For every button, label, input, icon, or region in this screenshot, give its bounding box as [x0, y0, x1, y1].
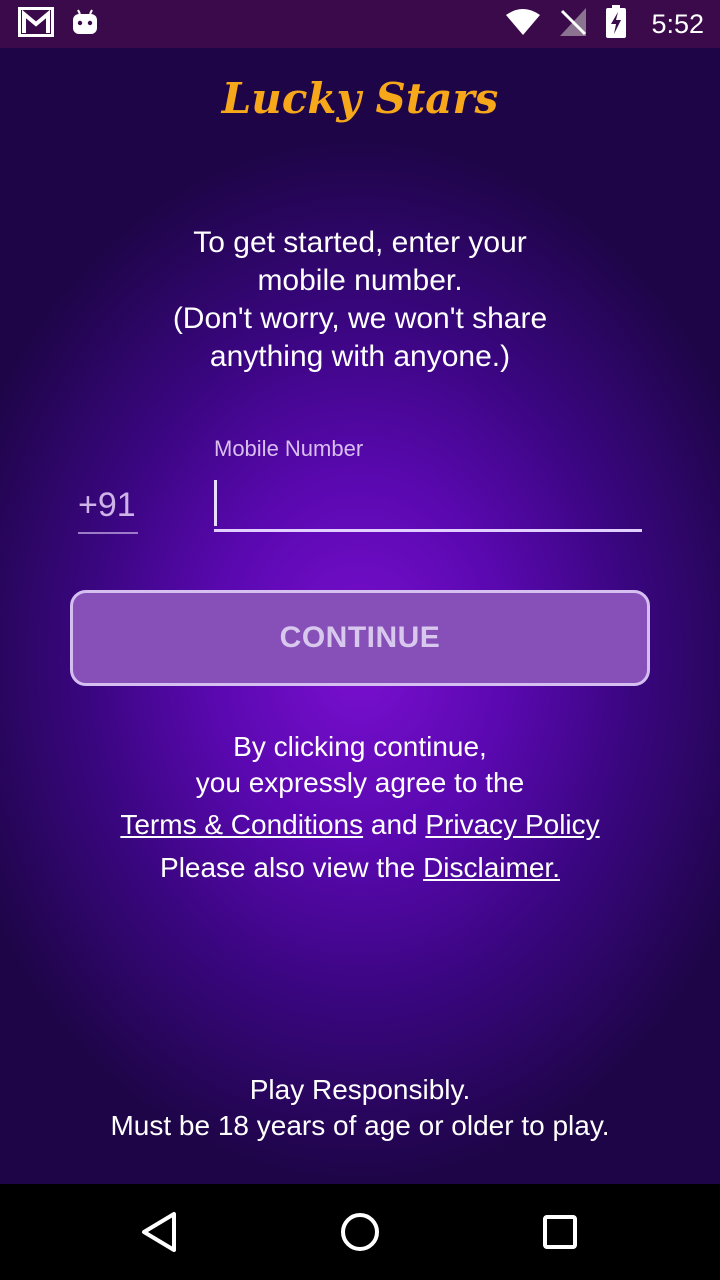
battery-charging-icon	[605, 4, 627, 44]
responsible-play-notice: Play Responsibly. Must be 18 years of ag…	[40, 1072, 680, 1144]
screen: 5:52 Lucky Stars To get started, enter y…	[0, 0, 720, 1280]
footer-line-1: Play Responsibly.	[249, 1074, 471, 1105]
legal-links-line: Terms & Conditions and Privacy Policy	[60, 804, 660, 846]
intro-line-3: (Don't worry, we won't share	[172, 302, 548, 335]
continue-button[interactable]: CONTINUE	[70, 590, 650, 686]
terms-conditions-link[interactable]: Terms & Conditions	[120, 809, 363, 840]
home-circle-icon	[341, 1213, 379, 1251]
status-bar-left	[18, 6, 116, 42]
app-title: Lucky Stars	[221, 74, 499, 123]
recents-button[interactable]	[536, 1208, 584, 1256]
intro-line-1: To get started, enter your	[193, 226, 527, 259]
clock-time: 5:52	[651, 8, 704, 39]
also-view-text: Please also view the	[160, 852, 424, 883]
text-cursor	[214, 480, 217, 526]
home-button[interactable]	[336, 1208, 384, 1256]
intro-line-4: anything with anyone.)	[209, 340, 511, 373]
back-triangle-icon	[142, 1212, 176, 1252]
footer-line-2: Must be 18 years of age or older to play…	[110, 1110, 610, 1141]
recents-square-icon	[543, 1215, 577, 1249]
disclaimer-link[interactable]: Disclaimer.	[423, 852, 560, 883]
country-code-selector[interactable]: +91	[78, 484, 138, 534]
and-text: and	[363, 809, 426, 840]
mobile-number-label: Mobile Number	[214, 436, 364, 461]
intro-line-2: mobile number.	[257, 264, 463, 297]
no-signal-icon	[559, 7, 587, 42]
status-bar: 5:52	[0, 0, 720, 48]
legal-text: By clicking continue, you expressly agre…	[60, 728, 660, 889]
navigation-bar	[0, 1184, 720, 1280]
back-button[interactable]	[136, 1208, 184, 1256]
mobile-number-input[interactable]	[214, 478, 642, 532]
gmail-icon	[18, 6, 54, 42]
android-icon	[72, 8, 98, 41]
privacy-policy-link[interactable]: Privacy Policy	[425, 809, 599, 840]
wifi-icon	[505, 8, 541, 41]
legal-line-2: you expressly agree to the	[195, 767, 525, 798]
disclaimer-line: Please also view the Disclaimer.	[60, 847, 660, 889]
legal-line-1: By clicking continue,	[233, 731, 487, 762]
status-bar-right: 5:52	[505, 4, 704, 44]
intro-text: To get started, enter your mobile number…	[100, 224, 620, 376]
